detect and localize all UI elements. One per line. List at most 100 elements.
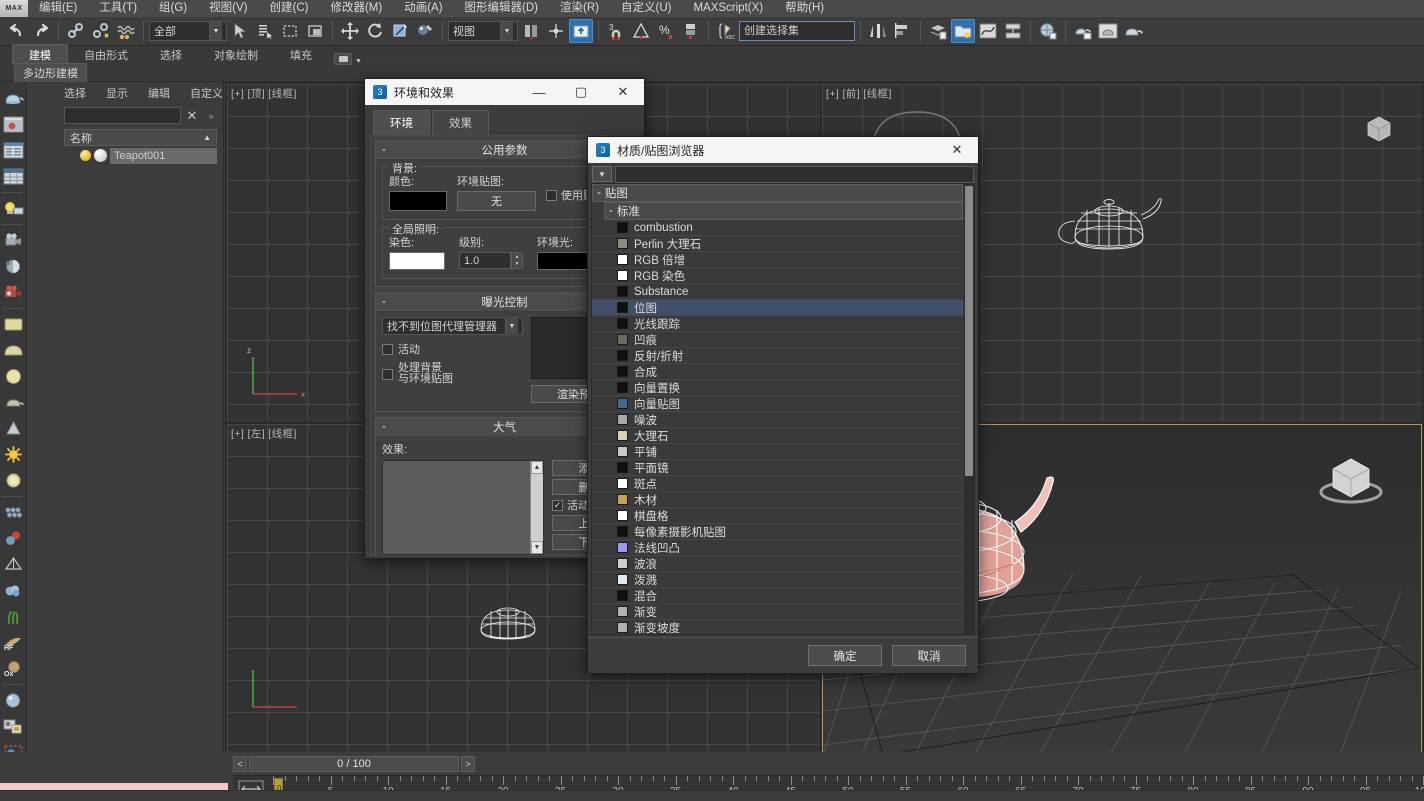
level-input[interactable]: 1.0: [459, 252, 511, 269]
select-and-place-button[interactable]: [413, 19, 437, 43]
grass-icon[interactable]: [1, 604, 26, 629]
mb-item-7[interactable]: 凹痕: [592, 332, 963, 348]
tab-environment[interactable]: 环境: [373, 110, 430, 135]
environment-map-button[interactable]: 无: [457, 191, 536, 211]
ribbon-tab-3[interactable]: 对象绘制: [198, 45, 274, 65]
ribbon-subtab-poly-modeling[interactable]: 多边形建模: [14, 63, 87, 83]
mb-item-8[interactable]: 反射/折射: [592, 348, 963, 364]
menu-item-7[interactable]: 图形编辑器(D): [454, 0, 549, 17]
collapse-icon[interactable]: -: [382, 296, 386, 308]
teapot-icon[interactable]: [1, 390, 26, 415]
cloud-icon[interactable]: [1, 578, 26, 603]
render-camera-icon[interactable]: [1, 280, 26, 305]
menu-item-1[interactable]: 工具(T): [88, 0, 148, 17]
mb-scrollbar-thumb[interactable]: [965, 186, 973, 476]
spinner-snap-toggle-button[interactable]: [679, 19, 703, 43]
light-bulb-icon[interactable]: [80, 150, 91, 161]
collapse-icon[interactable]: -: [609, 205, 613, 217]
material-assign-icon[interactable]: [1, 714, 26, 739]
level-spinner[interactable]: ▲ ▼: [511, 252, 523, 269]
next-frame-button[interactable]: >: [461, 756, 475, 772]
scroll-up-arrow-icon[interactable]: ▲: [531, 461, 543, 474]
atom-icon[interactable]: [1, 526, 26, 551]
ribbon-tab-0[interactable]: 建模: [12, 44, 68, 65]
viewport-left-label[interactable]: [+] [左] [线框]: [231, 426, 297, 441]
mb-item-25[interactable]: 渐变坡度: [592, 620, 963, 634]
cone-icon[interactable]: [1, 416, 26, 441]
mb-item-22[interactable]: 泼溅: [592, 572, 963, 588]
window-crossing-toggle-button[interactable]: [303, 19, 327, 43]
mb-item-18[interactable]: 棋盘格: [592, 508, 963, 524]
mb-search-input[interactable]: [615, 165, 974, 183]
scene-explorer-column-header[interactable]: 名称 ▲: [64, 129, 217, 146]
frame-display[interactable]: 0 / 100: [249, 756, 459, 772]
mb-item-5[interactable]: 位图: [592, 300, 963, 316]
mb-item-3[interactable]: RGB 染色: [592, 268, 963, 284]
snaps-toggle-button[interactable]: 3: [604, 19, 628, 43]
exposure-active-checkbox[interactable]: [382, 343, 393, 355]
edit-named-selection-sets-button[interactable]: ABC: [714, 19, 738, 43]
menu-item-10[interactable]: MAXScript(X): [682, 0, 774, 17]
render-setup-button[interactable]: [1071, 19, 1095, 43]
use-pivot-center-button[interactable]: [519, 19, 543, 43]
pyramid-icon[interactable]: [1, 552, 26, 577]
rendered-frame-window-button[interactable]: [1096, 19, 1120, 43]
mb-item-1[interactable]: Perlin 大理石: [592, 236, 963, 252]
prev-frame-button[interactable]: <: [233, 756, 247, 772]
mb-close-button[interactable]: ✕: [936, 137, 978, 163]
expand-options-icon[interactable]: »: [203, 108, 219, 124]
chevron-down-icon[interactable]: ▼: [355, 58, 362, 65]
clear-search-icon[interactable]: ✕: [184, 108, 200, 124]
light-icon[interactable]: [1, 196, 26, 221]
mb-titlebar[interactable]: 3 材质/贴图浏览器 ✕: [588, 137, 978, 163]
redo-button[interactable]: [29, 19, 53, 43]
tint-color-swatch[interactable]: [389, 252, 445, 270]
sphere-icon[interactable]: [1, 364, 26, 389]
hair-fur-icon[interactable]: HF: [1, 630, 26, 655]
menu-item-6[interactable]: 动画(A): [393, 0, 453, 17]
select-and-rotate-button[interactable]: [363, 19, 387, 43]
mb-item-9[interactable]: 合成: [592, 364, 963, 380]
ambient-color-swatch[interactable]: [537, 252, 593, 270]
ribbon-tab-2[interactable]: 选择: [144, 45, 198, 65]
funnel-icon[interactable]: ▼: [592, 166, 612, 182]
mb-item-14[interactable]: 平铺: [592, 444, 963, 460]
viewport-top-label[interactable]: [+] [顶] [线框]: [231, 86, 297, 101]
menu-item-3[interactable]: 视图(V): [198, 0, 258, 17]
env-minimize-button[interactable]: —: [518, 79, 560, 105]
sphere-blue-icon[interactable]: [1, 688, 26, 713]
viewport-front-label[interactable]: [+] [前] [线框]: [826, 86, 892, 101]
use-map-checkbox[interactable]: [546, 189, 557, 201]
sun-icon[interactable]: [1, 442, 26, 467]
ribbon-overflow-icon[interactable]: [334, 53, 352, 65]
schematic-view-button[interactable]: [1001, 19, 1025, 43]
mb-list[interactable]: - 贴图 - 标准 combustion Perlin 大理石 RGB 倍增 RGB 染色 Su…: [591, 183, 975, 635]
menu-item-8[interactable]: 渲染(R): [549, 0, 610, 17]
mb-cancel-button[interactable]: 取消: [892, 645, 966, 666]
select-and-link-button[interactable]: [64, 19, 88, 43]
tab-effects[interactable]: 效果: [432, 110, 489, 135]
background-color-swatch[interactable]: [389, 191, 447, 211]
object-paint-icon[interactable]: Ox: [1, 656, 26, 681]
mb-item-0[interactable]: combustion: [592, 220, 963, 236]
ribbon-tab-4[interactable]: 填充: [274, 45, 328, 65]
disc-icon[interactable]: [1, 468, 26, 493]
mb-item-12[interactable]: 噪波: [592, 412, 963, 428]
mb-item-16[interactable]: 斑点: [592, 476, 963, 492]
mb-item-10[interactable]: 向量置换: [592, 380, 963, 396]
collapse-icon[interactable]: -: [382, 421, 386, 433]
explorer-menu-0[interactable]: 选择: [64, 85, 86, 101]
menu-item-11[interactable]: 帮助(H): [774, 0, 835, 17]
mb-item-13[interactable]: 大理石: [592, 428, 963, 444]
menu-item-0[interactable]: 编辑(E): [28, 0, 88, 17]
mb-group-header-1[interactable]: - 标准: [604, 202, 963, 220]
app-logo[interactable]: MAX: [0, 0, 28, 17]
layer-explorer-button[interactable]: [926, 19, 950, 43]
bind-to-space-warp-button[interactable]: [114, 19, 138, 43]
scene-explorer-button[interactable]: [951, 19, 975, 43]
dome-icon[interactable]: [1, 338, 26, 363]
collapse-icon[interactable]: -: [597, 187, 601, 199]
scroll-down-arrow-icon[interactable]: ▼: [531, 541, 543, 554]
render-frame-window-icon[interactable]: [1, 112, 26, 137]
env-close-button[interactable]: ✕: [602, 79, 644, 105]
